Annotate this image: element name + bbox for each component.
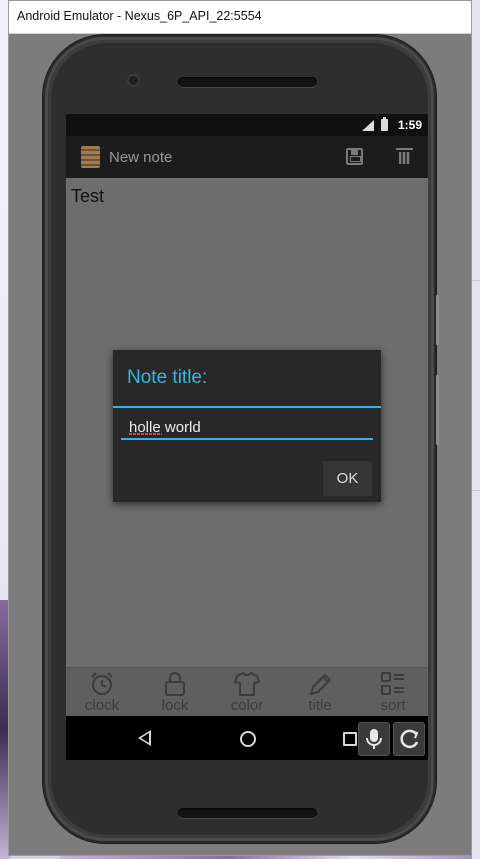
status-time: 1:59 <box>397 118 422 132</box>
front-camera-icon <box>129 76 138 85</box>
window-title: Android Emulator - Nexus_6P_API_22:5554 <box>17 9 262 23</box>
spellcheck-underline <box>129 433 162 435</box>
top-speaker <box>178 77 317 87</box>
list-icon <box>381 672 404 695</box>
desktop-line <box>472 280 480 281</box>
save-icon[interactable] <box>346 148 363 165</box>
bottom-speaker <box>178 808 317 818</box>
action-bar: New note <box>66 136 428 178</box>
volume-button[interactable] <box>436 375 439 445</box>
shirt-icon <box>234 672 260 696</box>
lock-icon <box>165 672 185 696</box>
home-icon[interactable] <box>240 731 256 747</box>
note-title-dialog: Note title: OK <box>113 350 381 502</box>
ok-button[interactable]: OK <box>323 461 372 496</box>
notepad-icon[interactable] <box>81 146 100 168</box>
toolbar-item-lock[interactable]: lock <box>145 668 205 716</box>
desktop-line <box>472 490 480 491</box>
pencil-icon <box>310 674 331 695</box>
toolbar-label: color <box>230 697 264 714</box>
navigation-bar <box>66 716 428 760</box>
toolbar-item-color[interactable]: color <box>217 668 277 716</box>
rotate-icon[interactable] <box>393 722 425 756</box>
alarm-clock-icon <box>91 672 113 695</box>
dialog-title: Note title: <box>127 367 208 388</box>
toolbar-label: title <box>308 697 332 714</box>
action-bar-title: New note <box>109 149 173 166</box>
recents-icon[interactable] <box>343 732 357 746</box>
desktop-strip-right <box>472 0 480 859</box>
window-titlebar[interactable]: Android Emulator - Nexus_6P_API_22:5554 <box>9 1 471 34</box>
back-icon[interactable] <box>138 730 151 746</box>
input-underline <box>121 438 373 440</box>
status-bar: 1:59 <box>66 114 428 136</box>
dialog-divider <box>113 406 381 408</box>
battery-icon <box>381 117 388 131</box>
microphone-icon[interactable] <box>358 722 390 756</box>
emulator-window: Android Emulator - Nexus_6P_API_22:5554 … <box>8 0 472 856</box>
toolbar-label: clock <box>84 697 120 714</box>
toolbar-item-title[interactable]: title <box>290 668 350 716</box>
signal-icon <box>362 120 374 131</box>
device-screen: 1:59 New note Test Note title: OK <box>66 114 428 760</box>
toolbar-label: lock <box>161 697 189 714</box>
toolbar-item-clock[interactable]: clock <box>72 668 132 716</box>
toolbar-item-sort[interactable]: sort <box>363 668 423 716</box>
note-title-input[interactable] <box>121 414 373 440</box>
delete-icon[interactable] <box>396 148 413 164</box>
note-text[interactable]: Test <box>71 186 104 207</box>
toolbar-label: sort <box>380 697 406 714</box>
power-button[interactable] <box>436 295 439 345</box>
bottom-toolbar: clock lock color title sort <box>66 667 428 716</box>
